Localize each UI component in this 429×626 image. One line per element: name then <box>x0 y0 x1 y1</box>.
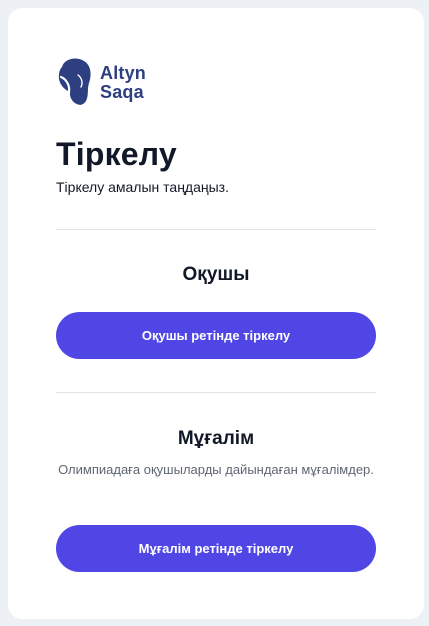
page-title: Тіркелу <box>56 136 177 172</box>
register-as-teacher-button[interactable]: Мұғалім ретінде тіркелу <box>56 525 376 572</box>
brand-logo[interactable]: Altyn Saqa <box>56 55 146 111</box>
divider <box>56 229 376 230</box>
girl-silhouette-logo-icon <box>58 58 91 108</box>
teacher-section-title: Мұғалім <box>177 428 255 449</box>
brand-name: Altyn Saqa <box>100 64 146 102</box>
brand-name-line1: Altyn <box>100 63 146 83</box>
student-section-title: Оқушы <box>182 264 250 285</box>
register-as-student-button[interactable]: Оқушы ретінде тіркелу <box>56 312 376 359</box>
registration-card: Altyn Saqa Тіркелу Тіркелу амалын таңдаң… <box>8 8 424 619</box>
brand-name-line2: Saqa <box>100 82 144 102</box>
teacher-section-description: Олимпиадаға оқушыларды дайындаған мұғалі… <box>58 462 374 477</box>
page-subtitle: Тіркелу амалын таңдаңыз. <box>56 179 229 195</box>
divider <box>56 392 376 393</box>
